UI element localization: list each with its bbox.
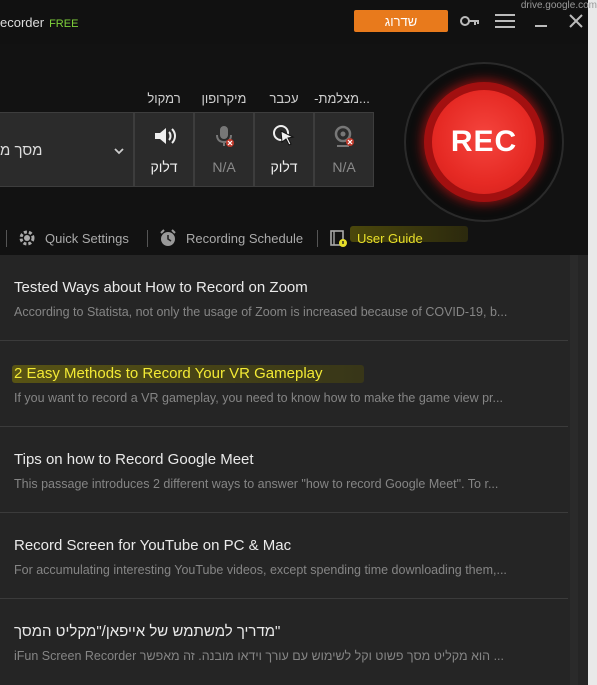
rec-button[interactable]: REC (432, 90, 536, 194)
rec-ring: REC (424, 82, 544, 202)
background-window-edge (588, 0, 597, 685)
recording-schedule-label: Recording Schedule (186, 230, 304, 246)
mouse-click-icon (255, 123, 313, 149)
menu-icon[interactable] (494, 9, 516, 33)
article-description: If you want to record a VR gameplay, you… (14, 391, 503, 405)
microphone-label: מיקרופון (201, 91, 247, 106)
key-icon[interactable] (459, 9, 481, 33)
quick-settings-button[interactable]: Quick Settings (17, 229, 129, 247)
gear-icon (19, 230, 35, 246)
article-description: For accumulating interesting YouTube vid… (14, 563, 507, 577)
article-list: Tested Ways about How to Record on Zoom … (0, 255, 588, 685)
divider (317, 230, 318, 247)
clock-icon (160, 229, 176, 246)
webcam-label: -מצלמת... (314, 91, 370, 106)
microphone-icon (195, 123, 253, 149)
edition-badge: FREE (49, 18, 79, 30)
article-title[interactable]: 2 Easy Methods to Record Your VR Gamepla… (14, 365, 323, 382)
screen-source-label: מסך מ (0, 142, 43, 159)
background-url: drive.google.com (520, 0, 597, 11)
divider (147, 230, 148, 247)
webcam-toggle[interactable]: N/A (314, 112, 374, 187)
speaker-toggle[interactable]: דלוק (134, 112, 194, 187)
speaker-icon (135, 123, 193, 149)
app-title: ecorder FREE (0, 15, 78, 30)
article-description: iFun Screen Recorder הוא מקליט מסך פשוט … (14, 649, 505, 663)
article-title[interactable]: Tips on how to Record Google Meet (14, 451, 254, 468)
list-item[interactable]: Record Screen for YouTube on PC & Mac Fo… (0, 513, 568, 599)
speaker-label: רמקול (147, 91, 181, 106)
webcam-status: N/A (332, 159, 356, 175)
rec-button-frame: REC (404, 62, 564, 222)
article-title[interactable]: "מדריך למשתמש של אייפאן/"מקליט המסך (14, 623, 280, 640)
toolbar: Quick Settings Recording Schedule User G… (0, 222, 588, 254)
article-description: This passage introduces 2 different ways… (14, 477, 499, 491)
scrollbar[interactable] (570, 255, 578, 685)
article-description: According to Statista, not only the usag… (14, 305, 508, 319)
microphone-status: N/A (212, 159, 236, 175)
minimize-icon[interactable] (534, 9, 548, 33)
article-title[interactable]: Record Screen for YouTube on PC & Mac (14, 537, 291, 554)
quick-settings-label: Quick Settings (45, 230, 129, 246)
list-item[interactable]: 2 Easy Methods to Record Your VR Gamepla… (0, 341, 568, 427)
user-guide-label: User Guide (357, 230, 423, 246)
list-item[interactable]: "מדריך למשתמש של אייפאן/"מקליט המסך iFun… (0, 599, 568, 684)
title-bar: ecorder FREE שדרוג (0, 0, 588, 44)
app-window: ecorder FREE שדרוג מסך מ רמקול דלוק מיקרו… (0, 0, 589, 685)
chevron-down-icon (113, 143, 125, 161)
divider (6, 230, 7, 247)
list-item[interactable]: Tested Ways about How to Record on Zoom … (0, 255, 568, 341)
mouse-label: עכבר (269, 91, 299, 106)
user-guide-button[interactable]: User Guide (329, 229, 423, 247)
microphone-toggle[interactable]: N/A (194, 112, 254, 187)
book-icon (330, 230, 347, 247)
recording-schedule-button[interactable]: Recording Schedule (158, 229, 303, 247)
webcam-icon (315, 123, 373, 149)
screen-source-dropdown[interactable]: מסך מ (0, 112, 134, 187)
article-title[interactable]: Tested Ways about How to Record on Zoom (14, 279, 308, 296)
close-icon[interactable] (568, 9, 584, 33)
speaker-status: דלוק (150, 159, 178, 175)
list-item[interactable]: Tips on how to Record Google Meet This p… (0, 427, 568, 513)
mouse-status: דלוק (270, 159, 298, 175)
upgrade-button[interactable]: שדרוג (354, 10, 448, 32)
app-name: ecorder (0, 15, 45, 30)
mouse-toggle[interactable]: דלוק (254, 112, 314, 187)
